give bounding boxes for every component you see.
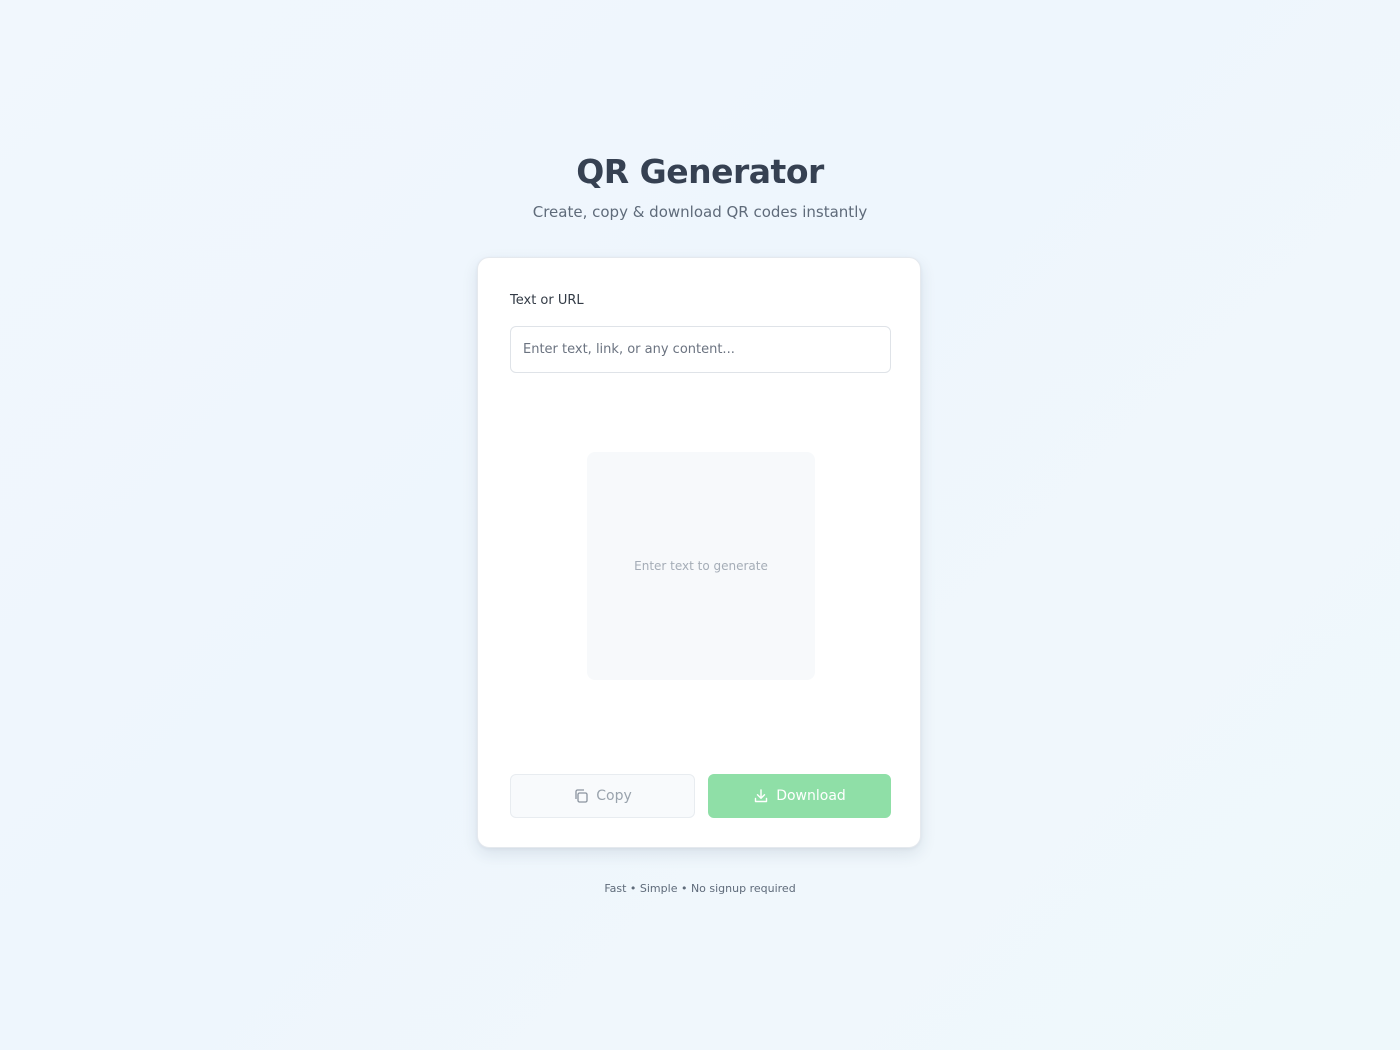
copy-button-label: Copy: [596, 788, 632, 804]
qr-preview: Enter text to generate: [587, 452, 815, 680]
copy-button[interactable]: Copy: [510, 774, 695, 818]
download-button-label: Download: [776, 788, 846, 804]
footer-tagline: Fast • Simple • No signup required: [604, 882, 796, 895]
download-icon: [753, 788, 769, 804]
text-input[interactable]: [510, 326, 891, 373]
page-header: QR Generator Create, copy & download QR …: [0, 150, 1400, 222]
download-button[interactable]: Download: [708, 774, 891, 818]
text-input-label: Text or URL: [510, 293, 584, 308]
page-title: QR Generator: [576, 152, 824, 191]
page-subtitle: Create, copy & download QR codes instant…: [532, 203, 868, 221]
qr-placeholder-text: Enter text to generate: [634, 559, 768, 573]
copy-icon: [573, 788, 589, 804]
generator-card: Text or URL Enter text to generate Copy …: [477, 257, 921, 848]
